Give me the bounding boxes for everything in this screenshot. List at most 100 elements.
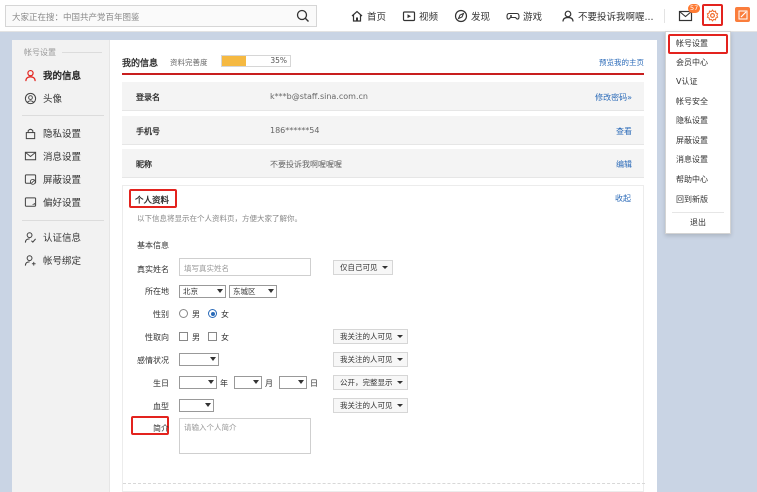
sidebar-item-preference[interactable]: 偏好设置 xyxy=(24,193,81,211)
menu-item-account-settings[interactable]: 帐号设置 xyxy=(668,34,728,54)
privacy-value: 公开，完整显示 xyxy=(340,378,393,387)
video-icon xyxy=(402,11,416,22)
message-icon xyxy=(24,151,37,160)
birthday-label: 生日 xyxy=(153,379,169,388)
orientation-female-label: 女 xyxy=(221,333,229,342)
settings-button[interactable] xyxy=(702,4,723,26)
birth-year-select[interactable] xyxy=(179,376,217,389)
menu-item-logout[interactable]: 退出 xyxy=(666,213,730,233)
divider xyxy=(123,483,645,484)
preference-icon xyxy=(24,196,37,207)
real-name-privacy-select[interactable]: 仅自己可见 xyxy=(333,260,393,275)
caret-icon xyxy=(396,381,403,384)
menu-item-member-center[interactable]: 会员中心 xyxy=(666,53,730,73)
nickname-row: 昵称 不要投诉我啊喔喔喔 编辑 xyxy=(122,149,644,178)
orientation-male-checkbox[interactable] xyxy=(179,332,188,341)
caret-icon xyxy=(268,289,274,293)
sidebar-item-label: 帐号绑定 xyxy=(43,256,82,267)
collapse-link[interactable]: 收起 xyxy=(615,193,631,204)
nav-video[interactable]: 视频 xyxy=(402,8,438,24)
nav-discover[interactable]: 发现 xyxy=(454,8,490,24)
settings-page: 帐号设置 我的信息 头像 隐私设置 消息设置 屏蔽设置 偏好设置 认证信息 帐号… xyxy=(12,40,657,492)
divider xyxy=(22,220,104,221)
orientation-privacy-select[interactable]: 我关注的人可见 xyxy=(333,329,408,344)
gender-male-radio[interactable] xyxy=(179,309,188,318)
sidebar-item-label: 头像 xyxy=(43,94,63,105)
privacy-value: 我关注的人可见 xyxy=(340,401,393,410)
nav-games[interactable]: 游戏 xyxy=(506,8,542,24)
user-icon xyxy=(25,69,36,81)
menu-item-block[interactable]: 屏蔽设置 xyxy=(666,131,730,151)
divider xyxy=(22,115,104,116)
blood-type-select[interactable] xyxy=(179,399,214,412)
caret-icon xyxy=(396,358,403,361)
nav-home[interactable]: 首页 xyxy=(350,8,386,24)
search-box[interactable]: 大家正在搜：中国共产党百年图鉴 xyxy=(5,5,317,27)
edit-icon xyxy=(738,10,747,19)
gear-icon xyxy=(706,8,719,22)
sidebar-item-verify[interactable]: 认证信息 xyxy=(24,228,81,246)
basic-info-title: 基本信息 xyxy=(137,241,169,250)
sidebar-item-avatar[interactable]: 头像 xyxy=(24,89,62,107)
menu-item-privacy[interactable]: 隐私设置 xyxy=(666,111,730,131)
orientation-label: 性取向 xyxy=(145,333,169,342)
profile-progress-bar: 35% xyxy=(221,55,291,67)
menu-item-help[interactable]: 帮助中心 xyxy=(666,170,730,190)
birth-month-select[interactable] xyxy=(234,376,262,389)
sidebar-item-message[interactable]: 消息设置 xyxy=(24,147,81,165)
day-label: 日 xyxy=(310,379,318,388)
female-label: 女 xyxy=(221,310,229,319)
year-label: 年 xyxy=(220,379,228,388)
mail-badge: 57 xyxy=(688,4,701,13)
caret-icon xyxy=(396,404,403,407)
progress-fill xyxy=(222,56,246,66)
menu-item-account-security[interactable]: 帐号安全 xyxy=(666,92,730,112)
birth-day-select[interactable] xyxy=(279,376,307,389)
nav-discover-label: 发现 xyxy=(471,12,491,23)
nav-profile[interactable]: 不要投诉我啊喔... xyxy=(561,8,654,24)
title-underline xyxy=(122,73,644,75)
compass-icon xyxy=(454,9,468,23)
sidebar-item-my-info[interactable]: 我的信息 xyxy=(24,66,81,84)
blood-type-privacy-select[interactable]: 我关注的人可见 xyxy=(333,398,408,413)
view-phone-link[interactable]: 查看 xyxy=(616,126,632,137)
gender-female-radio[interactable] xyxy=(208,309,217,318)
menu-item-message[interactable]: 消息设置 xyxy=(666,150,730,170)
birthday-privacy-select[interactable]: 公开，完整显示 xyxy=(333,375,408,390)
nav-video-label: 视频 xyxy=(419,12,439,23)
change-password-link[interactable]: 修改密码» xyxy=(595,92,632,103)
nav-games-label: 游戏 xyxy=(523,12,543,23)
caret-icon xyxy=(205,403,211,407)
location-label: 所在地 xyxy=(145,287,169,296)
preview-homepage-link[interactable]: 预览我的主页 xyxy=(599,57,644,68)
caret-icon xyxy=(208,380,214,384)
intro-textarea[interactable]: 请输入个人简介 xyxy=(179,418,311,454)
privacy-value: 仅自己可见 xyxy=(340,263,378,272)
relationship-privacy-select[interactable]: 我关注的人可见 xyxy=(333,352,408,367)
menu-item-v-verify[interactable]: V认证 xyxy=(666,72,730,92)
sidebar-item-block[interactable]: 屏蔽设置 xyxy=(24,170,81,188)
menu-item-new-version[interactable]: 回到新版 xyxy=(666,190,730,210)
relationship-select[interactable] xyxy=(179,353,219,366)
page-title: 我的信息 xyxy=(122,59,159,69)
search-icon[interactable] xyxy=(296,9,310,23)
real-name-input[interactable]: 填写真实姓名 xyxy=(179,258,311,276)
sidebar-item-bind[interactable]: 帐号绑定 xyxy=(24,251,81,269)
edit-nickname-link[interactable]: 编辑 xyxy=(616,159,632,170)
section-description: 以下信息将显示在个人资料页，方便大家了解你。 xyxy=(137,214,302,223)
settings-dropdown-menu: 帐号设置 会员中心 V认证 帐号安全 隐私设置 屏蔽设置 消息设置 帮助中心 回… xyxy=(665,31,731,234)
nav-divider xyxy=(664,9,665,23)
search-input[interactable]: 大家正在搜：中国共产党百年图鉴 xyxy=(12,11,140,23)
sidebar-item-privacy[interactable]: 隐私设置 xyxy=(24,124,81,142)
lock-icon xyxy=(25,128,36,139)
progress-label: 资料完善度 xyxy=(170,58,208,67)
verify-icon xyxy=(24,231,36,243)
province-select[interactable]: 北京 xyxy=(179,285,226,298)
nav-home-label: 首页 xyxy=(367,12,387,23)
sidebar-item-label: 认证信息 xyxy=(43,233,82,244)
home-icon xyxy=(351,10,363,22)
orientation-female-checkbox[interactable] xyxy=(208,332,217,341)
compose-button[interactable] xyxy=(735,7,750,22)
district-select[interactable]: 东城区 xyxy=(229,285,277,298)
bind-icon xyxy=(24,254,36,266)
